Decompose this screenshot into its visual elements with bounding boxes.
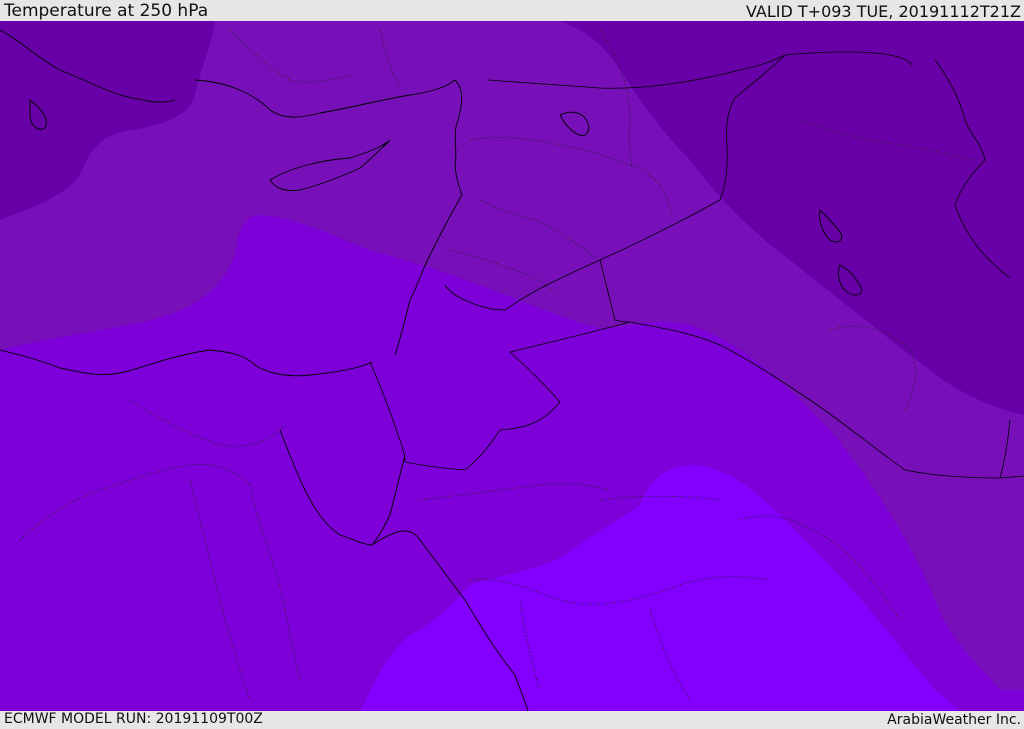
temperature-map	[0, 21, 1024, 711]
map-title: Temperature at 250 hPa	[4, 1, 209, 21]
credit-label: ArabiaWeather Inc.	[887, 712, 1021, 728]
footer-bar: ECMWF MODEL RUN: 20191109T00Z ArabiaWeat…	[0, 711, 1024, 729]
model-run-label: ECMWF MODEL RUN: 20191109T00Z	[4, 711, 263, 727]
valid-time: VALID T+093 TUE, 20191112T21Z	[745, 2, 1021, 21]
header-bar: Temperature at 250 hPa VALID T+093 TUE, …	[0, 0, 1024, 21]
